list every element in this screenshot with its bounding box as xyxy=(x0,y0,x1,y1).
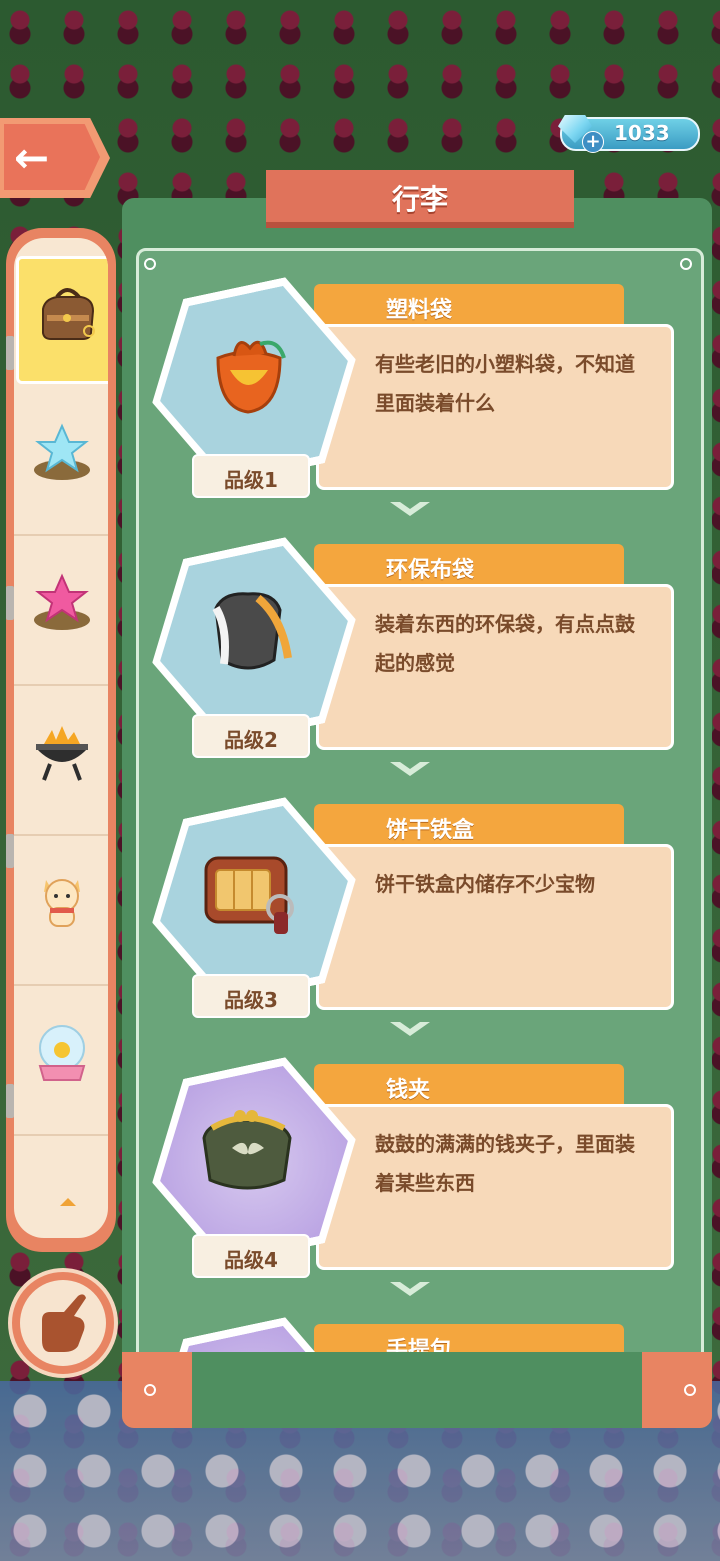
cat-figure-icon xyxy=(44,879,80,927)
grill-icon xyxy=(36,726,88,781)
item-description-box: 装着东西的环保袋，有点点鼓起的感觉 xyxy=(316,584,674,750)
grade-label: 品级2 xyxy=(224,728,278,752)
grade-label: 品级1 xyxy=(224,468,278,492)
gem-count: 1033 xyxy=(614,121,670,145)
grade-tag: 品级4 xyxy=(192,1234,310,1278)
item-name-bar: 饼干铁盒 xyxy=(314,804,624,848)
item-name: 饼干铁盒 xyxy=(386,818,475,843)
item-description: 饼干铁盒内储存不少宝物 xyxy=(375,872,595,896)
pointer-button[interactable] xyxy=(8,1268,118,1378)
item-description: 装着东西的环保袋，有点点鼓起的感觉 xyxy=(375,612,635,675)
tab-blue-star[interactable] xyxy=(14,384,108,536)
pointing-hand-icon xyxy=(42,1294,86,1352)
grade-tag: 品级2 xyxy=(192,714,310,758)
grade-tag: 品级1 xyxy=(192,454,310,498)
sidebar-marker xyxy=(6,336,14,370)
list-item[interactable]: 塑料袋 有些老旧的小塑料袋，不知道里面装着什么 品级1 xyxy=(136,252,698,516)
item-description-box: 有些老旧的小塑料袋，不知道里面装着什么 xyxy=(316,324,674,490)
sidebar-marker xyxy=(6,1084,14,1118)
gem-currency[interactable]: + 1033 xyxy=(558,115,700,153)
item-name: 塑料袋 xyxy=(386,298,453,323)
snow-globe-icon xyxy=(38,1025,86,1081)
page-title: 行李 xyxy=(391,183,448,216)
tab-pink-star[interactable] xyxy=(14,534,108,686)
back-arrow-icon: ← xyxy=(14,133,50,182)
item-list[interactable]: 塑料袋 有些老旧的小塑料袋，不知道里面装着什么 品级1 环保布袋 装着东西的环保… xyxy=(136,252,698,1382)
pink-star-icon xyxy=(34,573,90,630)
plastic-bag-icon xyxy=(216,340,286,414)
plus-icon[interactable]: + xyxy=(582,131,604,153)
back-button[interactable]: ← xyxy=(0,118,110,198)
grade-label: 品级3 xyxy=(224,988,278,1012)
list-item[interactable]: 钱夹 鼓鼓的满满的钱夹子，里面装着某些东西 品级4 xyxy=(136,1032,698,1296)
item-name: 钱夹 xyxy=(386,1078,431,1103)
luggage-bag-icon xyxy=(42,288,95,340)
sidebar-marker xyxy=(6,834,14,868)
tab-luggage[interactable] xyxy=(16,256,108,384)
grade-tag: 品级3 xyxy=(192,974,310,1018)
tab-cat[interactable] xyxy=(14,834,108,986)
panel-rivet xyxy=(144,1384,156,1396)
item-description: 鼓鼓的满满的钱夹子，里面装着某些东西 xyxy=(375,1132,635,1195)
tab-grill[interactable] xyxy=(14,684,108,836)
item-name-bar: 环保布袋 xyxy=(314,544,624,588)
panel-rivet xyxy=(684,1384,696,1396)
scroll-up-hint-icon xyxy=(60,1198,76,1206)
list-item[interactable]: 环保布袋 装着东西的环保袋，有点点鼓起的感觉 品级2 xyxy=(136,512,698,776)
cloth-bag-icon xyxy=(212,592,292,670)
cookie-tin-icon xyxy=(204,856,294,934)
grade-label: 品级4 xyxy=(224,1248,278,1272)
item-description-box: 鼓鼓的满满的钱夹子，里面装着某些东西 xyxy=(316,1104,674,1270)
item-name-bar: 钱夹 xyxy=(314,1064,624,1108)
sidebar-marker xyxy=(6,586,14,620)
item-name: 环保布袋 xyxy=(386,558,475,583)
category-sidebar xyxy=(6,228,116,1252)
item-description-box: 饼干铁盒内储存不少宝物 xyxy=(316,844,674,1010)
item-description: 有些老旧的小塑料袋，不知道里面装着什么 xyxy=(375,352,635,415)
blue-star-icon xyxy=(34,423,90,480)
tab-snow-globe[interactable] xyxy=(14,984,108,1136)
panel-footer xyxy=(122,1352,712,1428)
title-banner: 行李 xyxy=(266,170,574,228)
item-name-bar: 塑料袋 xyxy=(314,284,624,328)
coin-purse-icon xyxy=(202,1110,292,1190)
list-item[interactable]: 饼干铁盒 饼干铁盒内储存不少宝物 品级3 xyxy=(136,772,698,1036)
